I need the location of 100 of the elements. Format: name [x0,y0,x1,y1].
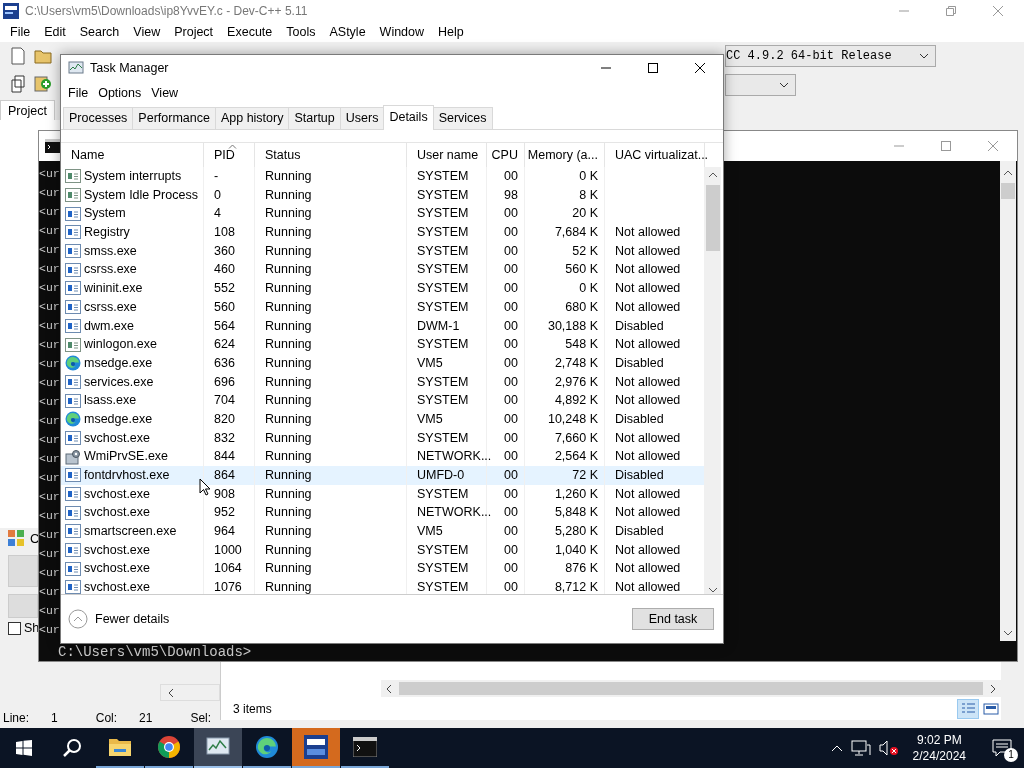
column-header[interactable]: CPU [487,143,525,167]
table-cell: Running [265,561,312,576]
console-line: <ur [39,584,60,600]
compiler-dropdown[interactable]: CC 4.9.2 64-bit Release [725,45,936,67]
table-row[interactable]: System Idle Process 0 Running SYSTEM 98 8 K [61,185,705,205]
table-cell: 00 [504,299,518,314]
menu-item[interactable]: File [3,25,38,39]
console-line: <ur [39,223,60,239]
tab[interactable]: Performance [132,107,216,129]
table-cell: 1,040 K [554,542,598,557]
table-row[interactable]: msedge.exe 820 Running VM5 00 10,248 K Disabled [61,409,705,429]
table-cell-text: Registry [84,224,130,242]
table-cell: 00 [504,449,518,464]
console-line: <ur [39,356,60,372]
table-cell: VM5 [417,355,443,370]
table-cell: NETWORK... [417,505,492,520]
table-cell: Running [265,243,312,258]
table-row[interactable]: services.exe 696 Running SYSTEM 00 2,976 K Not allowed [61,372,705,392]
column-header[interactable]: Name [61,143,204,167]
highlighted-row[interactable]: fontdrvhost.exe 864 Running UMFD-0 00 72 K Disabled [61,466,705,485]
table-cell: SYSTEM [417,580,469,594]
table-cell: 00 [504,355,518,370]
table-cell: 98 [504,187,518,202]
column-header[interactable]: Status [255,143,407,167]
menu-item[interactable]: View [146,86,184,100]
table-cell-text: lsass.exe [84,392,137,410]
menu-item[interactable]: Tools [279,25,323,39]
menu-item[interactable]: File [63,86,94,100]
table-row[interactable]: msedge.exe 636 Running VM5 00 2,748 K Disabled [61,353,705,373]
table-cell: Running [265,580,312,594]
table-row[interactable]: csrss.exe 460 Running SYSTEM 00 560 K Not allowed [61,260,705,280]
tab[interactable]: Startup [288,107,341,129]
table-cell: 00 [504,206,518,221]
table-row[interactable]: smss.exe 360 Running SYSTEM 00 52 K Not allowed [61,241,705,261]
table-cell: 0 K [579,169,598,183]
table-cell-text: winlogon.exe [84,336,157,354]
clock[interactable]: 9:02 PM 2/24/2024 [906,732,972,764]
console-line: <ur [39,508,60,524]
table-row[interactable]: System 4 Running SYSTEM 00 20 K [61,204,705,224]
table-row[interactable]: wininit.exe 552 Running SYSTEM 00 0 K Not allowed [61,279,705,298]
column-header[interactable]: User name [407,143,487,167]
table-cell-text: msedge.exe [84,410,153,428]
menu-item[interactable]: Search [72,25,127,39]
tab[interactable]: Services [432,107,493,129]
column-header[interactable]: PID [204,143,255,167]
table-cell: 360 [214,243,235,258]
table-cell: Running [265,449,312,464]
table-cell-text: svchost.exe [84,541,150,559]
menu-item[interactable]: AStyle [322,25,373,39]
table-cell: 560 [214,299,235,314]
table-cell: 00 [504,243,518,258]
menu-item[interactable]: View [126,25,168,39]
table-cell-text: services.exe [84,373,154,391]
menu-item[interactable]: Help [431,25,471,39]
column-header[interactable]: UAC virtualizat... [605,143,705,167]
menu-item[interactable]: Options [93,86,147,100]
table-row[interactable]: System interrupts - Running SYSTEM 00 0 K [61,167,705,186]
table-cell: 964 [214,524,235,539]
table-cell: 00 [504,486,518,501]
table-cell: 00 [504,580,518,594]
table-row[interactable]: smartscreen.exe 964 Running VM5 00 5,280 K Disabled [61,522,705,541]
table-row[interactable]: svchost.exe 1076 Running SYSTEM 00 8,712 K Not allowed [61,578,705,594]
tab[interactable]: Users [339,107,385,129]
end-task-button[interactable]: End task [632,608,714,630]
table-cell-text: smartscreen.exe [84,523,177,541]
table-cell: 00 [504,374,518,389]
menu-item[interactable]: Edit [37,25,73,39]
menu-item[interactable]: Project [167,25,221,39]
table-cell: Running [265,374,312,389]
table-cell: Running [265,355,312,370]
console-line: <ur [39,242,60,258]
table-row[interactable]: csrss.exe 560 Running SYSTEM 00 680 K Not allowed [61,297,705,317]
table-cell-text: WmiPrvSE.exe [84,448,169,466]
tab[interactable]: App history [214,107,290,129]
menu-item[interactable]: Window [372,25,432,39]
table-cell: SYSTEM [417,169,469,183]
table-cell: 1064 [214,561,242,576]
table-row[interactable]: Registry 108 Running SYSTEM 00 7,684 K Not allowed [61,223,705,242]
table-row[interactable]: svchost.exe 1000 Running SYSTEM 00 1,040 K Not allowed [61,540,705,560]
console-line: <ur [39,489,60,505]
column-header[interactable]: Memory (a... [525,143,605,167]
menu-item[interactable]: Execute [220,25,280,39]
project-tab[interactable]: Project [0,100,55,121]
table-row[interactable]: svchost.exe 832 Running SYSTEM 00 7,660 K Not allowed [61,428,705,448]
table-row[interactable]: svchost.exe 952 Running NETWORK... 00 5,848 K Not allowed [61,503,705,523]
table-row[interactable]: lsass.exe 704 Running SYSTEM 00 4,892 K Not allowed [61,391,705,410]
table-cell: 460 [214,262,235,277]
table-row[interactable]: dwm.exe 564 Running DWM-1 00 30,188 K Disabled [61,316,705,336]
table-row[interactable]: winlogon.exe 624 Running SYSTEM 00 548 K Not allowed [61,335,705,354]
console-line: <ur [39,413,60,429]
table-cell: Disabled [615,318,664,333]
tab[interactable]: Processes [63,107,134,129]
table-row[interactable]: svchost.exe 1064 Running SYSTEM 00 876 K Not allowed [61,559,705,579]
tab[interactable]: Details [383,105,434,130]
table-cell: 00 [504,393,518,408]
table-cell: Not allowed [615,430,681,445]
table-cell: 5,848 K [554,505,598,520]
table-cell: SYSTEM [417,187,469,202]
fewer-details-link[interactable]: Fewer details [95,612,170,626]
table-cell: Running [265,393,312,408]
